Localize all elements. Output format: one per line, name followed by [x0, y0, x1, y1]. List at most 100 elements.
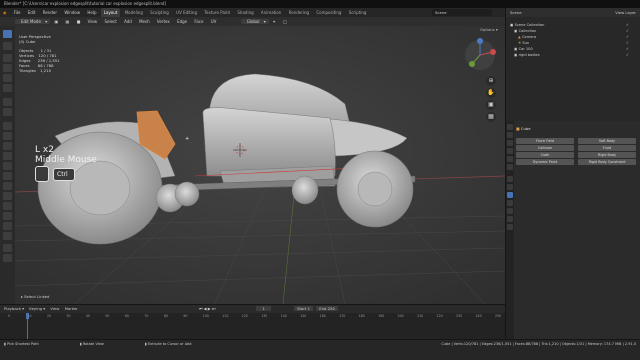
- world-properties-icon[interactable]: [507, 164, 513, 170]
- collision-button[interactable]: Collision: [516, 145, 574, 151]
- object-properties-icon[interactable]: [507, 176, 513, 182]
- data-properties-icon[interactable]: [507, 208, 513, 214]
- viewport-menu-add[interactable]: Add: [121, 19, 135, 24]
- viewport-menu-face[interactable]: Face: [191, 19, 206, 24]
- start-frame-label: Start: [297, 306, 307, 311]
- texture-properties-icon[interactable]: [507, 224, 513, 230]
- edge-select-icon[interactable]: ▦: [63, 19, 73, 24]
- cursor-tool-icon[interactable]: [3, 42, 12, 50]
- rigid-body-constraint-button[interactable]: Rigid Body Constraint: [578, 159, 636, 165]
- timeline-ruler[interactable]: 0 10 20 30 40 50 60 70 80 90 100 110 120 130 140 150 160…: [0, 313, 505, 340]
- constraint-properties-icon[interactable]: [507, 200, 513, 206]
- viewport-menu-vertex[interactable]: Vertex: [154, 19, 173, 24]
- face-select-icon[interactable]: ■: [74, 19, 84, 24]
- playback-controls[interactable]: ⏮ ◀ ▶ ⏭: [199, 306, 215, 311]
- timeline-tick-label: 0: [8, 314, 11, 318]
- proportional-edit-icon[interactable]: ◯: [280, 19, 290, 24]
- tool-properties-icon[interactable]: [507, 124, 513, 130]
- end-frame-field[interactable]: End 250: [316, 306, 338, 311]
- modifier-properties-icon[interactable]: [507, 184, 513, 190]
- physics-properties-icon[interactable]: [507, 192, 513, 198]
- tab-modeling[interactable]: Modeling: [122, 8, 146, 17]
- perspective-toggle-icon[interactable]: ▦: [486, 112, 496, 122]
- camera-view-icon[interactable]: ▣: [486, 100, 496, 110]
- vertex-select-icon[interactable]: ▣: [51, 19, 61, 24]
- menu-edit[interactable]: Edit: [25, 10, 39, 15]
- scene-properties-icon[interactable]: [507, 156, 513, 162]
- menu-render[interactable]: Render: [40, 10, 60, 15]
- rigid-body-button[interactable]: Rigid Body: [578, 152, 636, 158]
- navigation-gizmo[interactable]: [463, 38, 497, 72]
- viewport-menu-select[interactable]: Select: [101, 19, 119, 24]
- menu-window[interactable]: Window: [61, 10, 83, 15]
- extrude-tool-icon[interactable]: [3, 122, 12, 130]
- scene-name[interactable]: Scene: [510, 10, 522, 15]
- tab-layout[interactable]: Layout: [100, 8, 121, 17]
- cloth-button[interactable]: Cloth: [516, 152, 574, 158]
- properties-tab-strip: [506, 121, 514, 339]
- scene-selector[interactable]: Scene: [432, 9, 492, 16]
- knife-tool-icon[interactable]: [3, 162, 12, 170]
- visibility-toggles[interactable]: ✓ ✓ ✓ ✓ ✓ ✓: [626, 22, 629, 58]
- output-properties-icon[interactable]: [507, 140, 513, 146]
- poly-build-tool-icon[interactable]: [3, 172, 12, 180]
- render-properties-icon[interactable]: [507, 132, 513, 138]
- tab-texture-paint[interactable]: Texture Paint: [201, 8, 233, 17]
- gradient-tool-icon[interactable]: [3, 254, 12, 262]
- inset-tool-icon[interactable]: [3, 132, 12, 140]
- start-frame-field[interactable]: Start 1: [294, 306, 314, 311]
- current-frame-field[interactable]: 1: [256, 306, 271, 311]
- dynamic-paint-button[interactable]: Dynamic Paint: [516, 159, 574, 165]
- fluid-button[interactable]: Fluid: [578, 145, 636, 151]
- timeline-menu-marker[interactable]: Marker: [65, 306, 78, 311]
- move-tool-icon[interactable]: [3, 54, 12, 62]
- menu-file[interactable]: File: [11, 10, 24, 15]
- tab-sculpting[interactable]: Sculpting: [147, 8, 172, 17]
- material-properties-icon[interactable]: [507, 216, 513, 222]
- force-field-button[interactable]: Force Field: [516, 138, 574, 144]
- spin-tool-icon[interactable]: [3, 182, 12, 190]
- tab-scripting[interactable]: Scripting: [346, 8, 370, 17]
- sphere-tool-icon[interactable]: [3, 244, 12, 252]
- pan-hand-icon[interactable]: ✋: [486, 88, 496, 98]
- bevel-tool-icon[interactable]: [3, 142, 12, 150]
- timeline-menu-keying[interactable]: Keying: [29, 306, 42, 311]
- tab-uv-editing[interactable]: UV Editing: [173, 8, 200, 17]
- shrink-fatten-tool-icon[interactable]: [3, 212, 12, 220]
- annotate-tool-icon[interactable]: [3, 98, 12, 106]
- menu-help[interactable]: Help: [84, 10, 99, 15]
- status-info: Cube | Verts:120/781 | Edges:236/1,551 |…: [441, 342, 636, 346]
- timeline-menu-playback[interactable]: Playback: [4, 306, 21, 311]
- viewport-menu-view[interactable]: View: [85, 19, 101, 24]
- measure-tool-icon[interactable]: [3, 108, 12, 116]
- timeline-menu-view[interactable]: View: [50, 306, 59, 311]
- tab-rendering[interactable]: Rendering: [286, 8, 312, 17]
- soft-body-button[interactable]: Soft Body: [578, 138, 636, 144]
- view-layer-name[interactable]: View Layer: [615, 8, 636, 17]
- edge-slide-tool-icon[interactable]: [3, 202, 12, 210]
- mode-dropdown[interactable]: Edit Mode ▾: [15, 19, 51, 24]
- outliner-row[interactable]: ▣ rigid bodies: [514, 52, 540, 58]
- rotate-tool-icon[interactable]: [3, 64, 12, 72]
- tab-animation[interactable]: Animation: [258, 8, 284, 17]
- view-layer-properties-icon[interactable]: [507, 148, 513, 154]
- tab-shading[interactable]: Shading: [234, 8, 256, 17]
- viewport-menu-mesh[interactable]: Mesh: [136, 19, 153, 24]
- last-operator[interactable]: ▸ Select Linked: [21, 294, 49, 299]
- rip-region-tool-icon[interactable]: [3, 232, 12, 240]
- transform-tool-icon[interactable]: [3, 84, 12, 92]
- options-dropdown[interactable]: Options ▾: [480, 27, 498, 32]
- snap-icon[interactable]: ⌖: [270, 19, 278, 24]
- tab-compositing[interactable]: Compositing: [313, 8, 344, 17]
- zoom-icon[interactable]: ⊕: [486, 76, 496, 86]
- viewport-menu-edge[interactable]: Edge: [174, 19, 190, 24]
- viewport-menu-uv[interactable]: UV: [208, 19, 220, 24]
- shear-tool-icon[interactable]: [3, 222, 12, 230]
- blender-logo-icon[interactable]: ◉: [0, 10, 10, 15]
- 3d-viewport[interactable]: + ⊕ ✋ ▣ ▦ Options ▾ User Perspective (0)…: [15, 26, 505, 304]
- smooth-tool-icon[interactable]: [3, 192, 12, 200]
- orientation-dropdown[interactable]: Global ▾: [240, 19, 269, 24]
- scale-tool-icon[interactable]: [3, 74, 12, 82]
- select-box-tool-icon[interactable]: [3, 30, 12, 38]
- loop-cut-tool-icon[interactable]: [3, 152, 12, 160]
